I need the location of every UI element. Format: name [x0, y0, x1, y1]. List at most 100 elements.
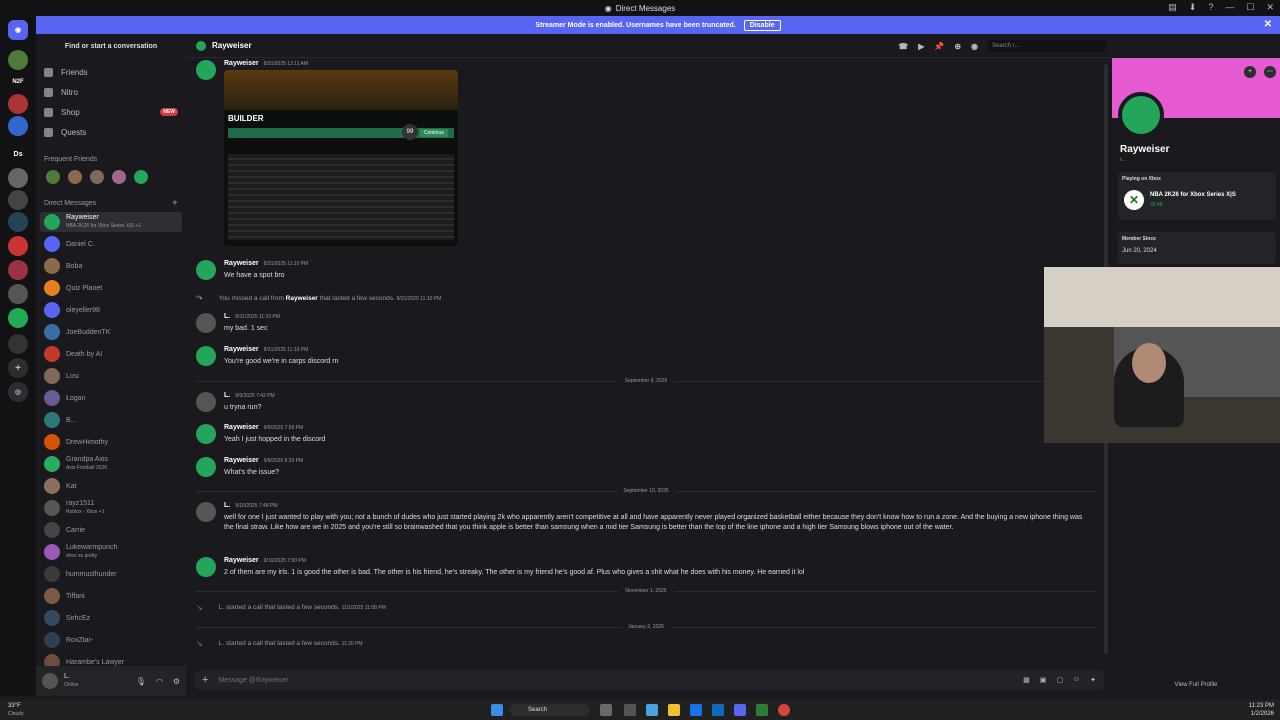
server-icon[interactable]	[8, 236, 28, 256]
dm-item[interactable]: Kat	[40, 476, 182, 496]
edge-icon[interactable]	[690, 704, 702, 716]
server-icon[interactable]	[8, 50, 28, 70]
avatar[interactable]	[1118, 92, 1164, 138]
server-icon[interactable]	[8, 284, 28, 304]
search-input[interactable]: Search r...	[988, 40, 1106, 52]
message-author[interactable]: Rayweiser	[224, 260, 259, 267]
image-attachment[interactable]: BUILDER 99 Continue	[224, 70, 458, 246]
dm-item[interactable]: Daniel C.	[40, 234, 182, 254]
new-dm-icon[interactable]: +	[172, 198, 178, 209]
app-icon[interactable]	[646, 704, 658, 716]
dm-item[interactable]: B...	[40, 410, 182, 430]
sticker-icon[interactable]: ▢	[1056, 676, 1063, 684]
microphone-icon[interactable]: 🎙	[136, 677, 146, 686]
headphones-icon[interactable]: ◠	[156, 677, 163, 686]
chrome-icon[interactable]	[778, 704, 790, 716]
avatar[interactable]	[196, 392, 216, 412]
clock[interactable]: 11:23 PM 1/2/2026	[1249, 702, 1274, 718]
nav-quests[interactable]: Quests	[44, 124, 178, 140]
message-author[interactable]: Rayweiser	[224, 557, 259, 564]
nav-nitro[interactable]: Nitro	[44, 84, 178, 100]
message-author[interactable]: Rayweiser	[224, 457, 259, 464]
dm-item[interactable]: Łogan	[40, 388, 182, 408]
frequent-friend-avatar[interactable]	[134, 170, 148, 184]
dm-item[interactable]: Losi	[40, 366, 182, 386]
add-server-icon[interactable]: +	[8, 358, 28, 378]
apps-icon[interactable]: ✦	[1090, 676, 1096, 684]
message-author[interactable]: L.	[224, 502, 230, 509]
server-icon[interactable]	[8, 260, 28, 280]
weather-widget[interactable]: 33°F Cloudy	[8, 702, 24, 718]
emoji-icon[interactable]: ☺	[1073, 676, 1080, 684]
server-icon[interactable]	[8, 94, 28, 114]
taskbar-search[interactable]: Search	[510, 704, 590, 716]
server-icon[interactable]	[8, 190, 28, 210]
frequent-friend-avatar[interactable]	[68, 170, 82, 184]
folder-icon[interactable]	[668, 704, 680, 716]
nav-shop[interactable]: Shop NEW	[44, 104, 178, 120]
more-icon[interactable]: ⋯	[1264, 66, 1276, 78]
server-icon[interactable]	[8, 334, 28, 354]
server-n2f[interactable]: N2F	[8, 72, 28, 92]
voice-call-icon[interactable]: ☎	[898, 42, 908, 51]
frequent-friend-avatar[interactable]	[46, 170, 60, 184]
avatar[interactable]	[196, 424, 216, 444]
dm-item[interactable]: RoxZtar-	[40, 630, 182, 650]
start-icon[interactable]	[491, 704, 503, 716]
add-friend-icon[interactable]: +	[1244, 66, 1256, 78]
store-icon[interactable]	[712, 704, 724, 716]
dm-item[interactable]: Rayweiser NBA 2K26 for Xbox Series X|S +1	[40, 212, 182, 232]
inbox-icon[interactable]: ▤	[1168, 2, 1177, 13]
discord-taskbar-icon[interactable]	[734, 704, 746, 716]
download-icon[interactable]: ⬇	[1189, 2, 1197, 13]
avatar[interactable]	[196, 313, 216, 333]
dm-item[interactable]: Grandpa Axis Axis Football 2026	[40, 454, 182, 474]
dm-item[interactable]: Carrie	[40, 520, 182, 540]
message-author[interactable]: L.	[224, 313, 230, 320]
missed-author[interactable]: Rayweiser	[286, 295, 318, 302]
message-author[interactable]: Rayweiser	[224, 346, 259, 353]
disable-button[interactable]: Disable	[743, 19, 781, 31]
discover-icon[interactable]: ◎	[8, 382, 28, 402]
app-icon[interactable]	[624, 704, 636, 716]
server-icon[interactable]	[8, 116, 28, 136]
view-full-profile-link[interactable]: View Full Profile	[1112, 682, 1280, 688]
frequent-friend-avatar[interactable]	[90, 170, 104, 184]
dm-item[interactable]: Tiffani	[40, 586, 182, 606]
add-attachment-icon[interactable]: +	[202, 674, 208, 686]
maximize-icon[interactable]: ☐	[1246, 2, 1254, 13]
avatar[interactable]	[196, 60, 216, 80]
avatar[interactable]	[196, 457, 216, 477]
add-friends-icon[interactable]: ⊕	[954, 42, 961, 51]
gift-icon[interactable]: ▦	[1023, 676, 1030, 684]
minimize-icon[interactable]: —	[1225, 2, 1234, 13]
gif-icon[interactable]: ▣	[1040, 676, 1047, 684]
nav-friends[interactable]: Friends	[44, 64, 178, 80]
user-profile-icon[interactable]: ◉	[971, 42, 978, 51]
dm-item[interactable]: hummusthunder	[40, 564, 182, 584]
frequent-friend-avatar[interactable]	[112, 170, 126, 184]
dm-item[interactable]: rayz1511 Roblox - Xbox +1	[40, 498, 182, 518]
message-author[interactable]: Rayweiser	[224, 424, 259, 431]
app-icon[interactable]	[756, 704, 768, 716]
dm-item[interactable]: oleyeller98	[40, 300, 182, 320]
video-call-icon[interactable]: ▶	[918, 42, 924, 51]
dm-item[interactable]: Death by AI	[40, 344, 182, 364]
avatar[interactable]	[196, 557, 216, 577]
dm-item[interactable]: DrewHimothy	[40, 432, 182, 452]
server-icon[interactable]	[8, 168, 28, 188]
avatar[interactable]	[196, 346, 216, 366]
dm-item[interactable]: Quiz Planet	[40, 278, 182, 298]
avatar[interactable]	[196, 260, 216, 280]
banner-close-icon[interactable]: ✕	[1264, 19, 1272, 30]
message-input[interactable]: Message @Rayweiser	[218, 677, 288, 684]
server-ds[interactable]: Ds	[8, 144, 28, 164]
help-icon[interactable]: ?	[1208, 2, 1213, 13]
dm-item[interactable]: Lukewarmpunch shes so pretty	[40, 542, 182, 562]
settings-icon[interactable]: ⚙	[173, 677, 180, 686]
find-conversation-button[interactable]: Find or start a conversation	[42, 40, 180, 54]
home-button[interactable]: ◉	[8, 20, 28, 40]
dm-item[interactable]: Boba	[40, 256, 182, 276]
close-icon[interactable]: ✕	[1266, 2, 1274, 13]
server-icon[interactable]	[8, 308, 28, 328]
